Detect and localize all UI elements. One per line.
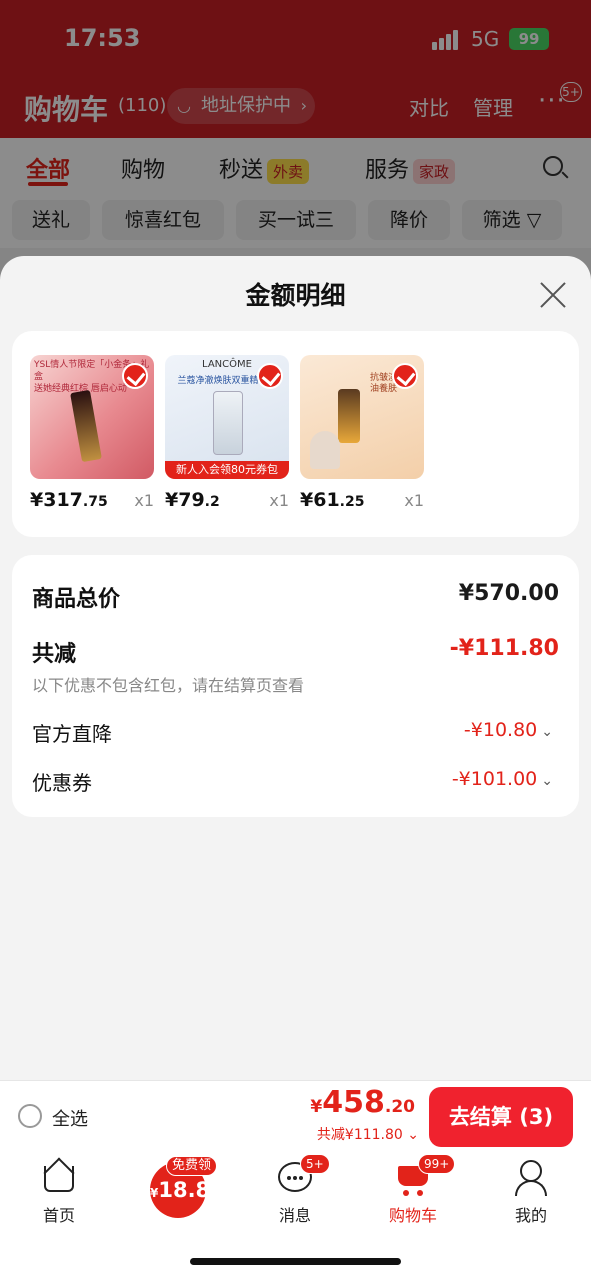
tabbar-label: 消息 xyxy=(278,1206,311,1225)
products-card: YSL情人节限定「小金条」礼盒 送她经典红棕 唇启心动 ¥317.75 x1 LA… xyxy=(12,331,579,537)
tabbar-label: 购物车 xyxy=(388,1206,437,1225)
user-icon xyxy=(514,1160,548,1196)
message-icon: 5+ xyxy=(278,1154,330,1196)
checkout-bar: 全选 ¥458.20 共减¥111.80 ⌄ 去结算 (3) xyxy=(0,1080,591,1152)
cart-badge: 99+ xyxy=(418,1154,456,1174)
reduce-value: -¥111.80 xyxy=(449,636,559,661)
close-icon[interactable] xyxy=(538,280,568,310)
tabbar-label: 首页 xyxy=(42,1206,75,1225)
tabbar-me[interactable]: 我的 xyxy=(486,1160,576,1226)
product-image: LANCÔME 兰蔻净澈焕肤双重精华水 新人入会领80元券包 xyxy=(165,355,289,479)
check-icon[interactable] xyxy=(392,363,418,389)
promo-strip: 新人入会领80元券包 xyxy=(165,461,289,479)
select-all-label[interactable]: 全选 xyxy=(52,1105,88,1131)
lipstick-shape xyxy=(70,389,102,463)
home-indicator xyxy=(190,1258,401,1265)
model-shape xyxy=(310,431,340,469)
product-price: ¥317.75 xyxy=(30,489,108,511)
product-price: ¥61.25 xyxy=(300,489,365,511)
official-discount-value: -¥10.80 xyxy=(463,719,538,741)
bottle-shape xyxy=(213,391,243,455)
check-icon[interactable] xyxy=(122,363,148,389)
product-qty: x1 xyxy=(404,491,424,510)
official-discount-label: 官方直降 xyxy=(32,722,112,746)
cart-icon: 99+ xyxy=(396,1154,456,1196)
total-price: ¥458.20 xyxy=(310,1085,415,1120)
tabbar-messages[interactable]: 5+ 消息 xyxy=(250,1154,340,1226)
select-all-radio[interactable] xyxy=(18,1104,42,1128)
product-price: ¥79.2 xyxy=(165,489,220,511)
coupon-label: 优惠券 xyxy=(32,771,92,795)
coupon-row[interactable]: -¥101.00 ⌄ xyxy=(452,768,553,790)
total-label: 商品总价 xyxy=(32,587,121,612)
checkout-button[interactable]: 去结算 (3) xyxy=(429,1087,573,1147)
product-qty: x1 xyxy=(134,491,154,510)
chevron-down-icon: ⌄ xyxy=(402,1127,419,1143)
free-badge: 免费领 xyxy=(166,1156,218,1176)
product-item[interactable]: YSL情人节限定「小金条」礼盒 送她经典红棕 唇启心动 ¥317.75 x1 xyxy=(30,355,154,511)
home-icon xyxy=(42,1157,76,1196)
coupon-value: -¥101.00 xyxy=(451,768,538,790)
official-discount-row[interactable]: -¥10.80 ⌄ xyxy=(464,719,553,741)
sheet-title: 金额明细 xyxy=(245,281,346,310)
chevron-down-icon: ⌄ xyxy=(541,773,553,789)
totals-card: 商品总价 ¥570.00 共减 -¥111.80 以下优惠不包含红包，请在结算页… xyxy=(12,555,579,817)
reduce-note: 以下优惠不包含红包，请在结算页查看 xyxy=(32,676,305,695)
tabbar-cart[interactable]: 99+ 购物车 xyxy=(368,1154,458,1226)
tabbar-label: 我的 xyxy=(514,1206,547,1225)
product-qty: x1 xyxy=(269,491,289,510)
total-reduce-toggle[interactable]: 共减¥111.80 ⌄ xyxy=(317,1124,419,1144)
serum-shape xyxy=(338,389,360,443)
messages-badge: 5+ xyxy=(300,1154,330,1174)
product-image: YSL情人节限定「小金条」礼盒 送她经典红棕 唇启心动 xyxy=(30,355,154,479)
check-icon[interactable] xyxy=(257,363,283,389)
total-reduce-text: 共减¥111.80 xyxy=(316,1127,403,1143)
product-item[interactable]: LANCÔME 兰蔻净澈焕肤双重精华水 新人入会领80元券包 ¥79.2 x1 xyxy=(165,355,289,511)
product-image: 抗皱淡纹 以油養肤 xyxy=(300,355,424,479)
reduce-label: 共减 xyxy=(32,642,77,667)
chevron-down-icon: ⌄ xyxy=(541,724,553,740)
product-item[interactable]: 抗皱淡纹 以油養肤 ¥61.25 x1 xyxy=(300,355,424,511)
tabbar-home[interactable]: 首页 xyxy=(14,1157,104,1226)
total-value: ¥570.00 xyxy=(458,581,559,606)
